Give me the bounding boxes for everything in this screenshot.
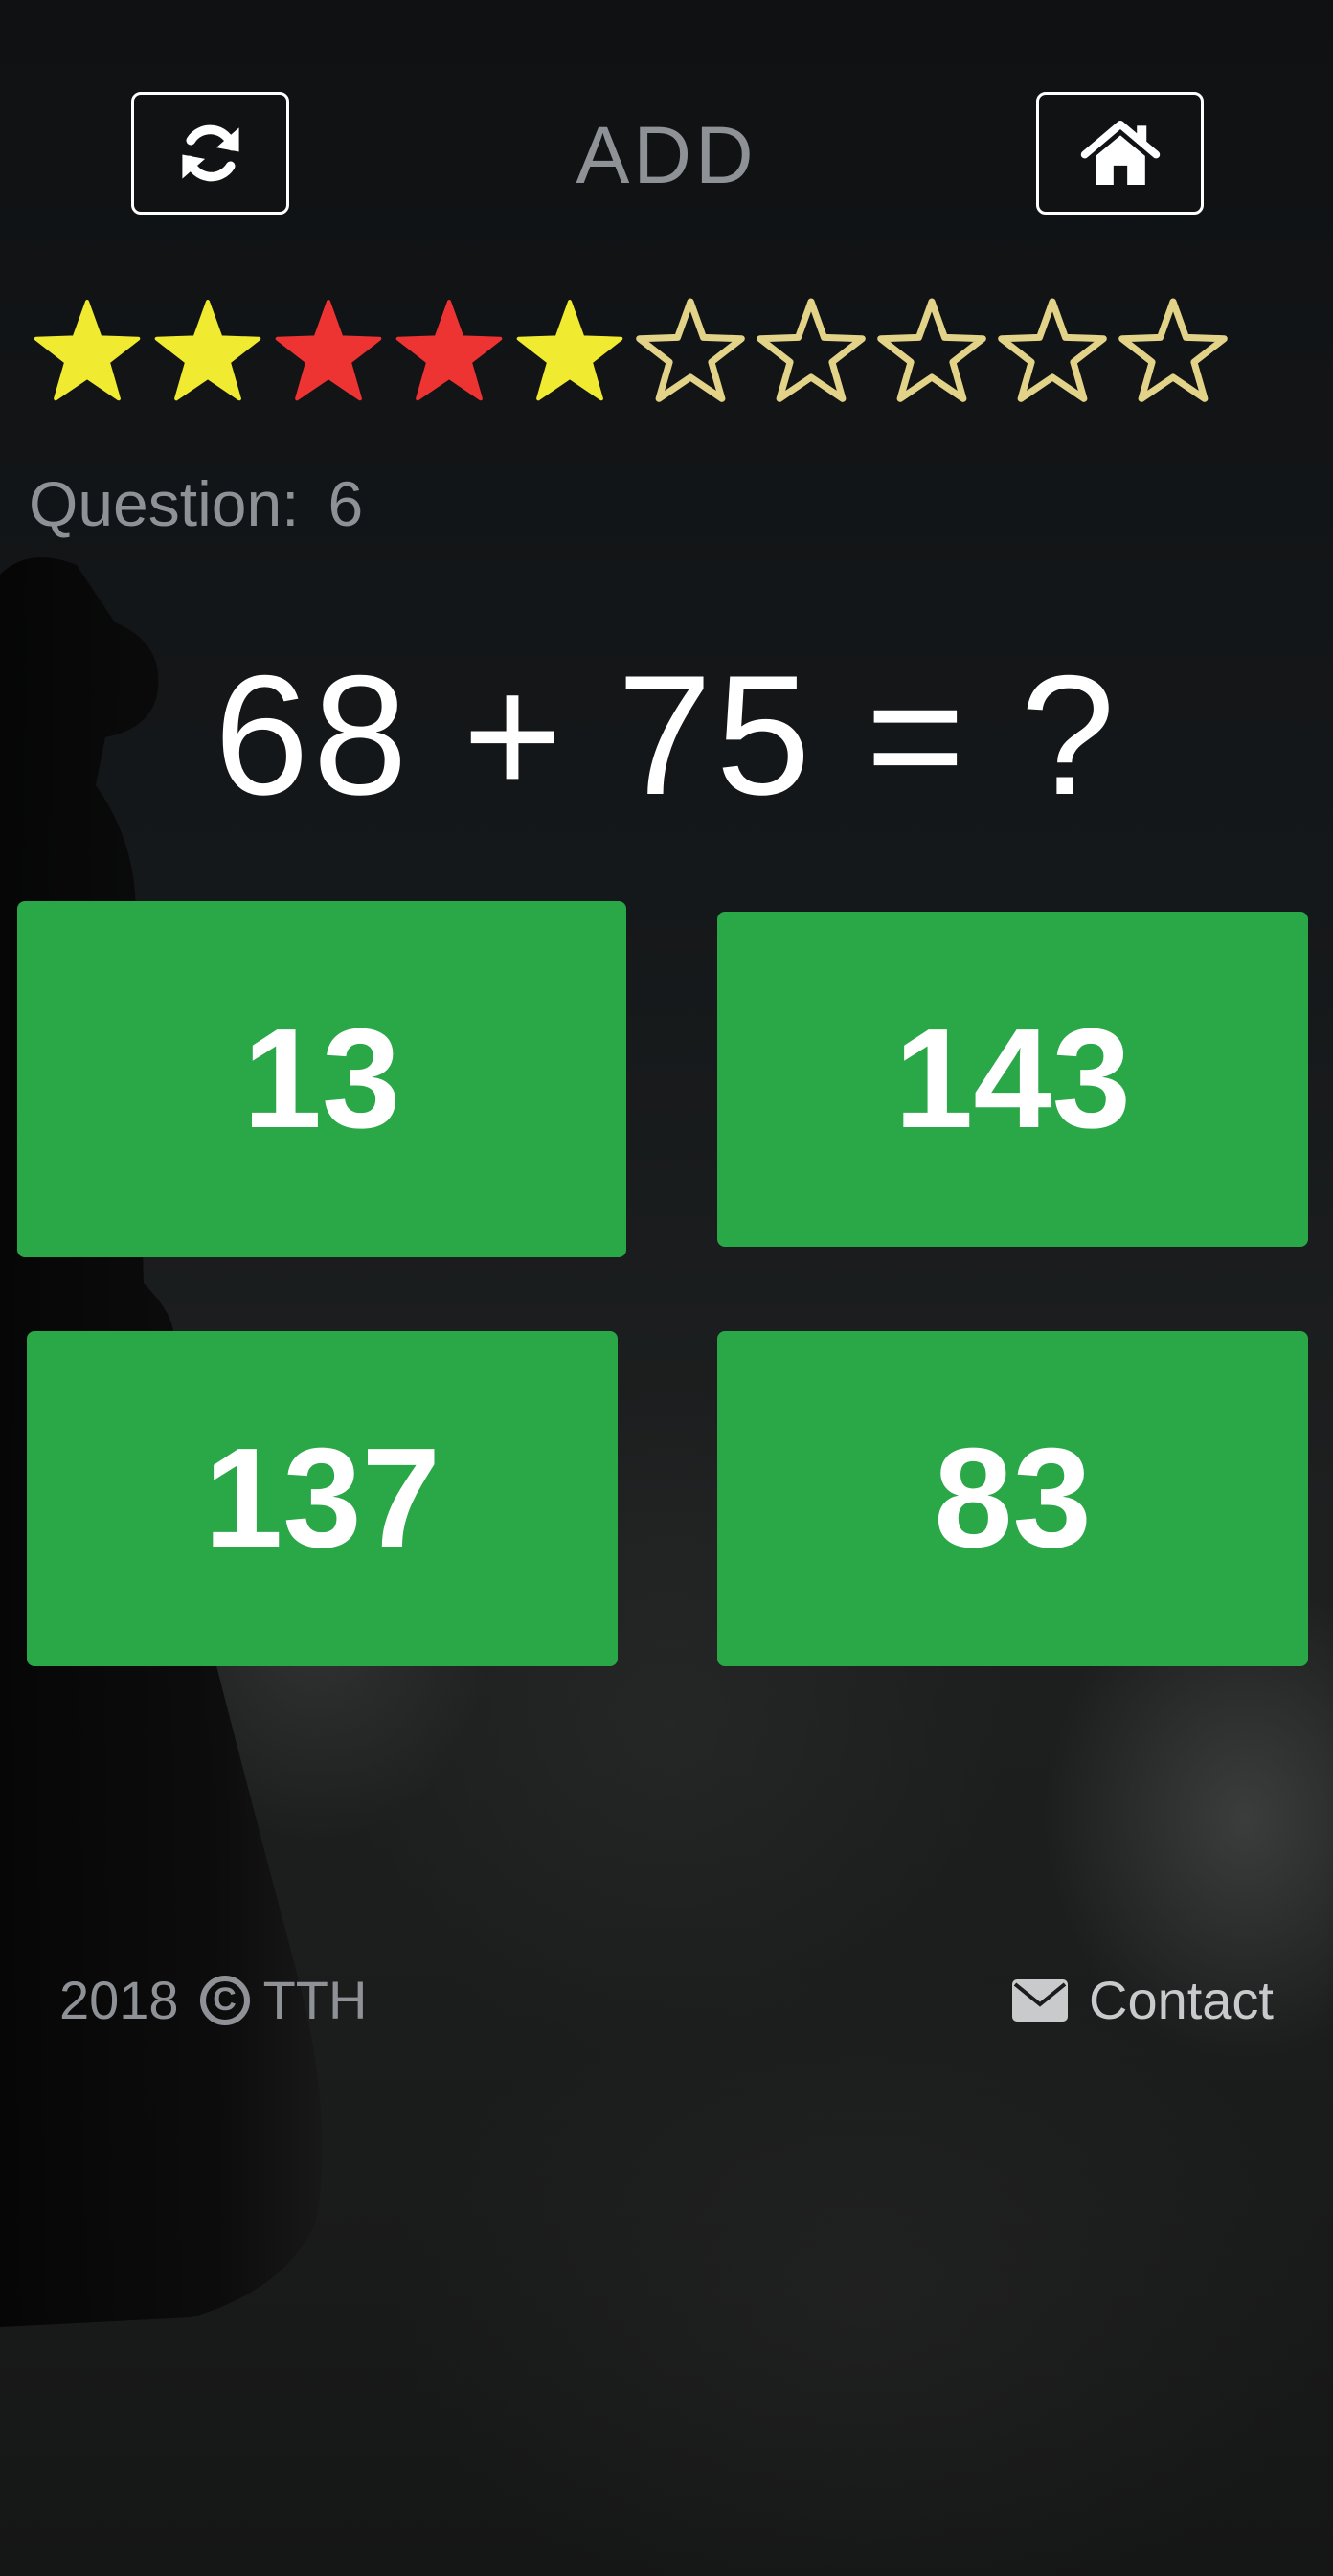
home-icon: [1080, 120, 1160, 185]
star-empty-icon: [998, 298, 1107, 402]
answer-button-1[interactable]: 13: [17, 901, 626, 1257]
star-empty-icon: [1118, 298, 1228, 402]
copyright-year: 2018: [59, 1970, 179, 2030]
star-wrong-icon: [395, 300, 503, 401]
home-button[interactable]: [1036, 92, 1204, 215]
answer-value: 137: [204, 1419, 441, 1577]
answer-button-3[interactable]: 137: [27, 1331, 618, 1666]
star-empty-icon: [877, 298, 986, 402]
contact-label: Contact: [1089, 1970, 1274, 2030]
answer-button-4[interactable]: 83: [717, 1331, 1308, 1666]
answer-value: 13: [242, 1000, 401, 1158]
contact-link[interactable]: Contact: [1012, 1969, 1274, 2031]
answer-value: 143: [894, 1000, 1131, 1158]
math-equation: 68 + 75 = ?: [214, 640, 1119, 830]
question-number: 6: [328, 468, 364, 539]
header: ADD: [0, 92, 1333, 220]
envelope-icon: [1012, 1978, 1068, 2022]
star-empty-icon: [636, 298, 745, 402]
copyright-notice: 2018 C TTH: [59, 1969, 367, 2031]
answer-button-2[interactable]: 143: [717, 912, 1308, 1247]
progress-stars: [27, 295, 1233, 410]
star-correct-icon: [154, 300, 261, 401]
answer-value: 83: [934, 1419, 1092, 1577]
star-empty-icon: [757, 298, 866, 402]
question-counter: Question: 6: [29, 467, 363, 540]
copyright-owner: TTH: [262, 1970, 368, 2030]
star-wrong-icon: [275, 300, 382, 401]
question-label: Question:: [29, 468, 300, 539]
star-correct-icon: [34, 300, 141, 401]
star-correct-icon: [516, 300, 623, 401]
copyright-icon: C: [199, 1975, 250, 2025]
